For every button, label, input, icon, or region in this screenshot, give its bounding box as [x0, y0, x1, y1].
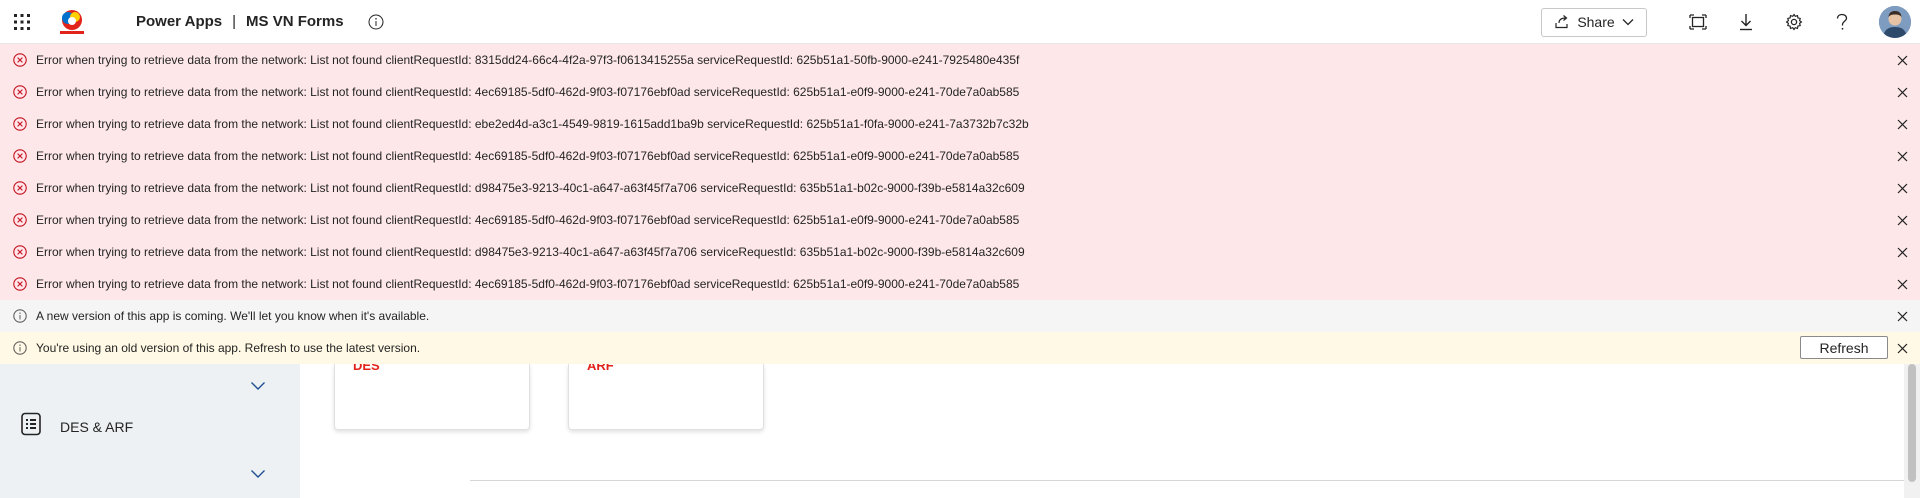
error-circle-icon: [12, 212, 28, 228]
share-icon: [1555, 15, 1568, 29]
error-banner: Error when trying to retrieve data from …: [0, 236, 1920, 268]
company-logo: [54, 7, 90, 37]
error-banner: Error when trying to retrieve data from …: [0, 108, 1920, 140]
info-circle-icon: [12, 340, 28, 356]
header-actions: Share: [1541, 0, 1920, 44]
title-separator: |: [232, 13, 237, 30]
app-title: Power Apps: [136, 13, 223, 30]
error-message: Error when trying to retrieve data from …: [36, 277, 1020, 291]
error-message: Error when trying to retrieve data from …: [36, 181, 1025, 195]
settings-gear-icon[interactable]: [1779, 7, 1809, 37]
refresh-button[interactable]: Refresh: [1800, 336, 1888, 359]
error-banner: Error when trying to retrieve data from …: [0, 140, 1920, 172]
app-header: Power Apps | MS VN Forms Share: [0, 0, 1920, 44]
app-info-icon[interactable]: [366, 12, 386, 32]
dismiss-close-icon[interactable]: [1894, 340, 1910, 356]
chevron-down-icon: [1622, 19, 1634, 26]
error-circle-icon: [12, 276, 28, 292]
error-banner: Error when trying to retrieve data from …: [0, 172, 1920, 204]
help-question-icon[interactable]: [1827, 7, 1857, 37]
card-label: DES: [353, 364, 380, 373]
dismiss-close-icon[interactable]: [1894, 212, 1910, 228]
dismiss-close-icon[interactable]: [1894, 276, 1910, 292]
error-banner: Error when trying to retrieve data from …: [0, 44, 1920, 76]
info-circle-icon: [12, 308, 28, 324]
form-card-des[interactable]: DES: [334, 364, 530, 430]
vertical-scrollbar[interactable]: [1904, 364, 1920, 498]
form-card-arf[interactable]: ARF: [568, 364, 764, 430]
share-button-label: Share: [1577, 14, 1615, 30]
error-message: Error when trying to retrieve data from …: [36, 53, 1020, 67]
form-document-icon: [20, 412, 42, 441]
dismiss-close-icon[interactable]: [1894, 244, 1910, 260]
sidebar-item-label: DES & ARF: [60, 418, 134, 435]
error-circle-icon: [12, 84, 28, 100]
dismiss-close-icon[interactable]: [1894, 308, 1910, 324]
dismiss-close-icon[interactable]: [1894, 116, 1910, 132]
error-banner: Error when trying to retrieve data from …: [0, 268, 1920, 300]
error-banner: Error when trying to retrieve data from …: [0, 76, 1920, 108]
share-button[interactable]: Share: [1541, 7, 1647, 37]
sidebar-item-des-arf[interactable]: DES & ARF: [20, 412, 133, 441]
navigation-sidebar: DES & ARF: [0, 364, 300, 498]
dismiss-close-icon[interactable]: [1894, 84, 1910, 100]
warning-banner: You're using an old version of this app.…: [0, 332, 1920, 364]
scrollbar-thumb[interactable]: [1908, 364, 1916, 482]
dismiss-close-icon[interactable]: [1894, 52, 1910, 68]
info-banner: A new version of this app is coming. We'…: [0, 300, 1920, 332]
download-icon[interactable]: [1731, 7, 1761, 37]
warning-message: You're using an old version of this app.…: [36, 341, 421, 355]
dismiss-close-icon[interactable]: [1894, 148, 1910, 164]
card-label: ARF: [587, 364, 614, 373]
info-message: A new version of this app is coming. We'…: [36, 309, 430, 323]
error-circle-icon: [12, 180, 28, 196]
content-divider: [470, 480, 1904, 481]
error-message: Error when trying to retrieve data from …: [36, 117, 1029, 131]
error-message: Error when trying to retrieve data from …: [36, 85, 1020, 99]
form-title: MS VN Forms: [246, 13, 344, 30]
error-circle-icon: [12, 244, 28, 260]
user-avatar[interactable]: [1879, 6, 1911, 38]
app-launcher-waffle-icon[interactable]: [0, 0, 44, 44]
chevron-down-icon[interactable]: [250, 466, 266, 478]
error-banner: Error when trying to retrieve data from …: [0, 204, 1920, 236]
chevron-down-icon[interactable]: [250, 378, 266, 390]
error-message: Error when trying to retrieve data from …: [36, 213, 1020, 227]
error-message: Error when trying to retrieve data from …: [36, 245, 1025, 259]
error-circle-icon: [12, 116, 28, 132]
main-content: DES ARF: [300, 364, 1904, 498]
error-circle-icon: [12, 52, 28, 68]
dismiss-close-icon[interactable]: [1894, 180, 1910, 196]
error-message: Error when trying to retrieve data from …: [36, 149, 1020, 163]
notification-banners: Error when trying to retrieve data from …: [0, 44, 1920, 364]
fit-to-window-icon[interactable]: [1683, 7, 1713, 37]
error-circle-icon: [12, 148, 28, 164]
